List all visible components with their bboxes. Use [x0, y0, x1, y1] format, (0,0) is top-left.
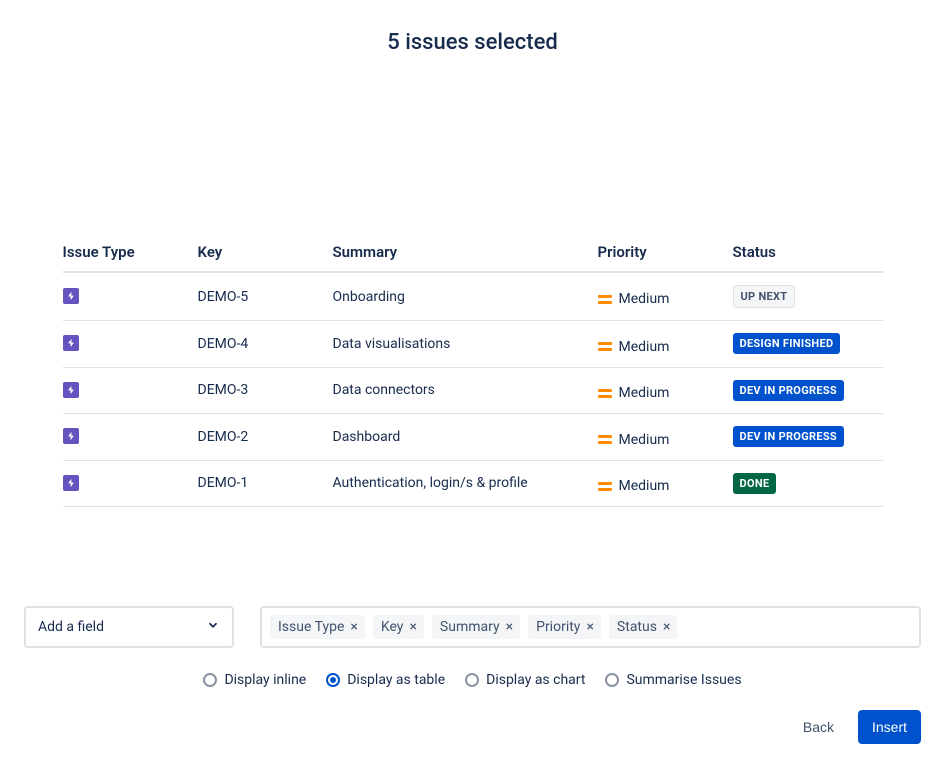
priority-cell: Medium — [598, 478, 670, 494]
field-chip-label: Issue Type — [278, 619, 344, 635]
epic-icon — [63, 382, 79, 398]
priority-cell: Medium — [598, 432, 670, 448]
radio-icon — [203, 673, 217, 687]
status-badge: DEV IN PROGRESS — [733, 426, 844, 447]
close-icon[interactable]: × — [661, 619, 672, 635]
epic-icon — [63, 335, 79, 351]
display-options-group: Display inline Display as table Display as… — [24, 672, 921, 688]
table-row[interactable]: DEMO-3Data connectors Medium DEV IN PROGRE… — [63, 367, 883, 414]
priority-medium-icon — [598, 342, 612, 351]
issue-key: DEMO-3 — [198, 367, 333, 414]
column-header-priority[interactable]: Priority — [598, 235, 733, 272]
field-chip[interactable]: Summary× — [432, 615, 520, 639]
status-badge: DESIGN FINISHED — [733, 333, 841, 354]
field-chip[interactable]: Status× — [609, 615, 678, 639]
field-chips-input[interactable]: Issue Type×Key×Summary×Priority×Status× — [260, 606, 921, 648]
priority-label: Medium — [619, 432, 670, 448]
epic-icon — [63, 428, 79, 444]
chevron-down-icon — [206, 618, 220, 636]
issue-summary: Data connectors — [333, 367, 598, 414]
table-row[interactable]: DEMO-2Dashboard Medium DEV IN PROGRESS — [63, 414, 883, 461]
priority-medium-icon — [598, 295, 612, 304]
priority-cell: Medium — [598, 291, 670, 307]
field-chip[interactable]: Key× — [373, 615, 424, 639]
display-option[interactable]: Display inline — [203, 672, 306, 688]
table-row[interactable]: DEMO-5Onboarding Medium UP NEXT — [63, 272, 883, 321]
radio-icon — [326, 673, 340, 687]
column-header-summary[interactable]: Summary — [333, 235, 598, 272]
issue-key: DEMO-4 — [198, 321, 333, 368]
priority-medium-icon — [598, 482, 612, 491]
display-option-label: Display as chart — [486, 672, 585, 688]
priority-label: Medium — [619, 385, 670, 401]
epic-icon — [63, 475, 79, 491]
display-option-label: Display inline — [224, 672, 306, 688]
column-header-status[interactable]: Status — [733, 235, 883, 272]
column-header-issue-type[interactable]: Issue Type — [63, 235, 198, 272]
issues-table: Issue Type Key Summary Priority Status D… — [63, 235, 883, 507]
close-icon[interactable]: × — [348, 619, 359, 635]
field-chip[interactable]: Priority× — [528, 615, 601, 639]
add-field-dropdown[interactable]: Add a field — [24, 606, 234, 648]
issue-summary: Data visualisations — [333, 321, 598, 368]
column-header-key[interactable]: Key — [198, 235, 333, 272]
close-icon[interactable]: × — [407, 619, 418, 635]
priority-medium-icon — [598, 389, 612, 398]
issues-table-container: Issue Type Key Summary Priority Status D… — [63, 235, 883, 507]
display-option[interactable]: Display as chart — [465, 672, 585, 688]
back-button[interactable]: Back — [797, 711, 840, 743]
table-row[interactable]: DEMO-4Data visualisations Medium DESIGN FI… — [63, 321, 883, 368]
priority-cell: Medium — [598, 385, 670, 401]
status-badge: DEV IN PROGRESS — [733, 380, 844, 401]
priority-label: Medium — [619, 478, 670, 494]
issue-summary: Authentication, login/s & profile — [333, 460, 598, 507]
epic-icon — [63, 288, 79, 304]
issue-summary: Onboarding — [333, 272, 598, 321]
field-chip-label: Key — [381, 619, 404, 635]
page-title: 5 issues selected — [20, 30, 925, 55]
display-option[interactable]: Display as table — [326, 672, 445, 688]
issue-key: DEMO-2 — [198, 414, 333, 461]
status-badge: DONE — [733, 473, 777, 494]
field-chip-label: Priority — [536, 619, 580, 635]
status-badge: UP NEXT — [733, 285, 796, 308]
bottom-toolbar: Add a field Issue Type×Key×Summary×Prior… — [24, 606, 921, 744]
priority-label: Medium — [619, 339, 670, 355]
field-chip-label: Summary — [440, 619, 500, 635]
display-option[interactable]: Summarise Issues — [605, 672, 741, 688]
field-chip-label: Status — [617, 619, 657, 635]
priority-label: Medium — [619, 291, 670, 307]
radio-icon — [605, 673, 619, 687]
close-icon[interactable]: × — [584, 619, 595, 635]
insert-button[interactable]: Insert — [858, 710, 921, 744]
display-option-label: Display as table — [347, 672, 445, 688]
radio-icon — [465, 673, 479, 687]
priority-cell: Medium — [598, 339, 670, 355]
issue-summary: Dashboard — [333, 414, 598, 461]
add-field-label: Add a field — [38, 619, 104, 635]
close-icon[interactable]: × — [504, 619, 515, 635]
field-chip[interactable]: Issue Type× — [270, 615, 365, 639]
issue-key: DEMO-5 — [198, 272, 333, 321]
table-row[interactable]: DEMO-1Authentication, login/s & profile M… — [63, 460, 883, 507]
display-option-label: Summarise Issues — [626, 672, 741, 688]
priority-medium-icon — [598, 435, 612, 444]
issue-key: DEMO-1 — [198, 460, 333, 507]
